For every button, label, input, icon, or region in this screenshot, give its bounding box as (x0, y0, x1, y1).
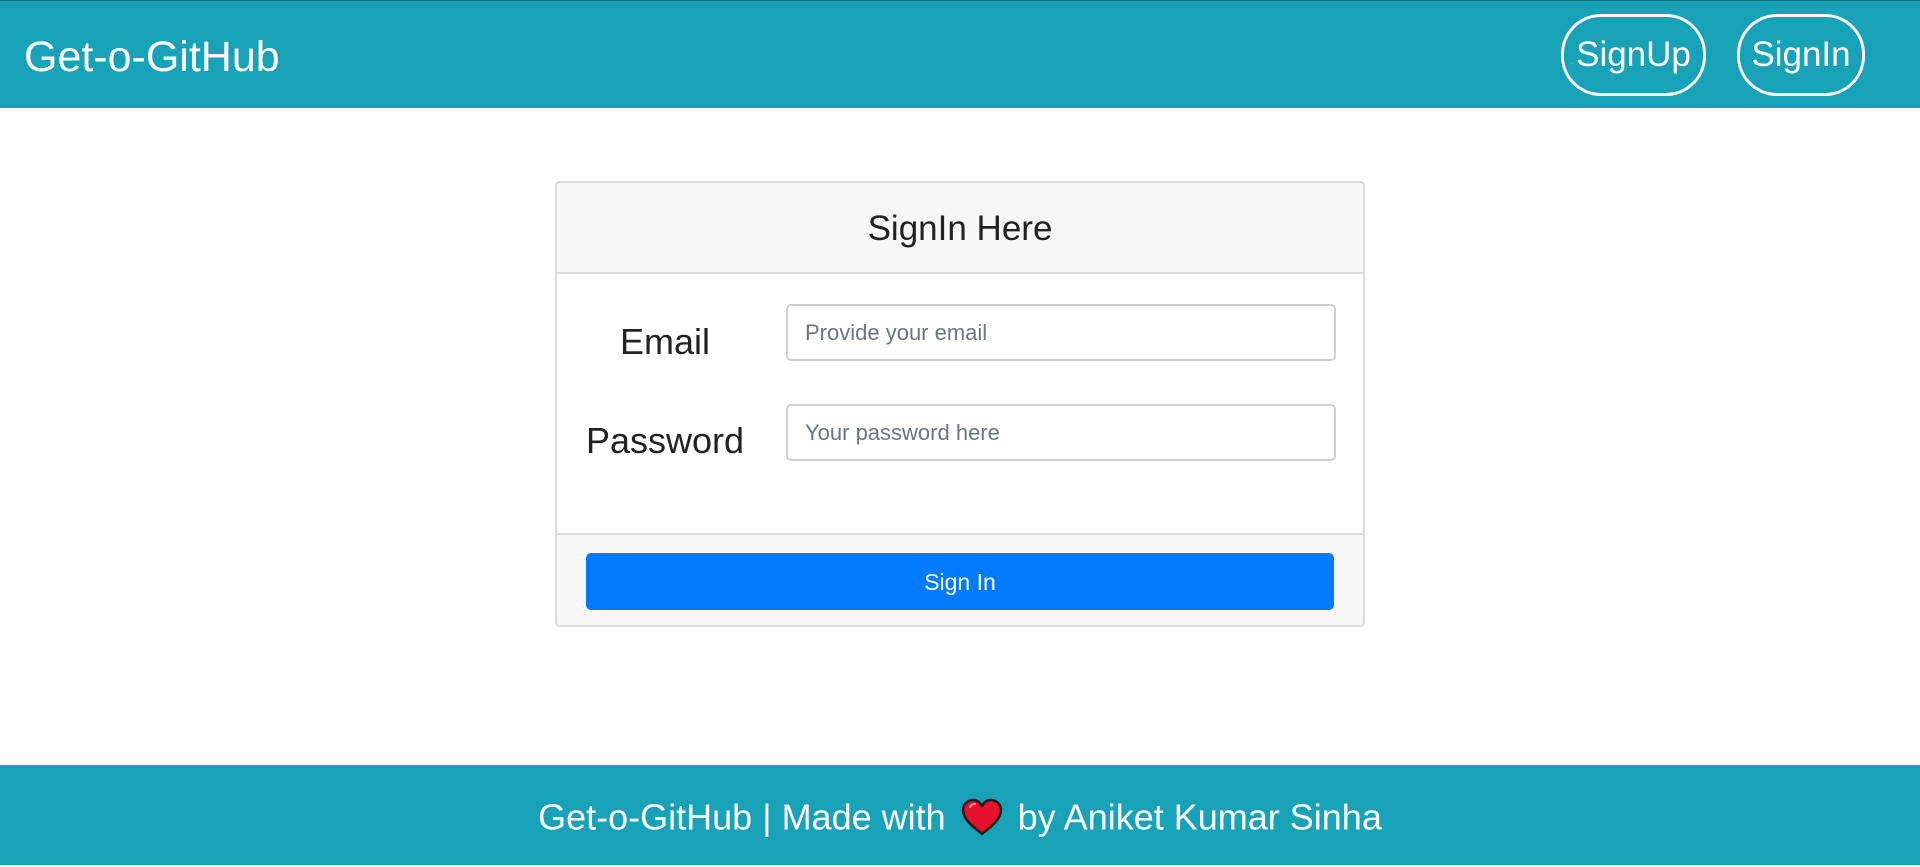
password-field[interactable] (786, 404, 1336, 461)
page-footer: Get-o-GitHub | Made with by Aniket Kumar… (0, 765, 1920, 865)
signin-card: SignIn Here Email Password Sign In (555, 181, 1365, 627)
email-label: Email (619, 321, 711, 362)
sign-in-button[interactable]: Sign In (586, 553, 1334, 610)
signup-nav-button[interactable]: SignUp (1561, 14, 1706, 96)
card-footer: Sign In (557, 533, 1363, 625)
footer-suffix-text: by Aniket Kumar Sinha (1017, 796, 1382, 838)
password-label: Password (585, 420, 745, 461)
footer-prefix-text: Get-o-GitHub | Made with (538, 796, 946, 838)
heart-icon (961, 799, 1002, 836)
signin-nav-button[interactable]: SignIn (1737, 14, 1865, 96)
brand-logo-text[interactable]: Get-o-GitHub (24, 31, 280, 83)
card-title: SignIn Here (557, 183, 1363, 274)
email-field[interactable] (786, 304, 1336, 361)
top-navbar: Get-o-GitHub SignUp SignIn (0, 0, 1920, 108)
